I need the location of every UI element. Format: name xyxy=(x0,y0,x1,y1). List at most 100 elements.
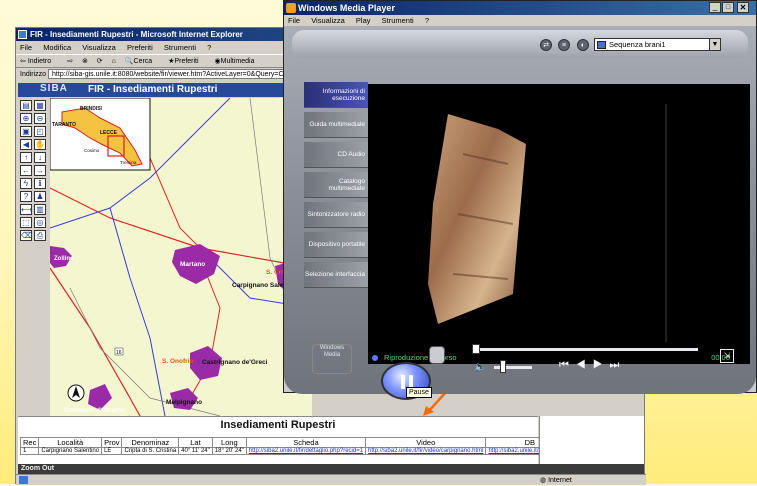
back-button[interactable]: ⇦ Indietro xyxy=(20,58,58,65)
video-frame xyxy=(428,104,667,342)
nav-cd-audio[interactable]: CD Audio xyxy=(304,142,368,168)
select-shape-icon[interactable]: ◎ xyxy=(34,217,46,228)
col-prov: Prov xyxy=(101,437,123,448)
ie-menu-visualizza[interactable]: Visualizza xyxy=(82,43,116,52)
stop-icon[interactable]: ⊗ xyxy=(82,58,88,65)
clear-selection-icon[interactable]: ⌫ xyxy=(20,230,32,241)
minimize-button[interactable]: _ xyxy=(709,2,721,13)
compact-mode-icon[interactable]: ⇲ xyxy=(720,349,734,363)
col-scheda: Scheda xyxy=(245,437,367,448)
wmp-menu-help[interactable]: ? xyxy=(425,16,429,25)
ie-menu-preferiti[interactable]: Preferiti xyxy=(127,43,153,52)
previous-icon[interactable]: ⏮ xyxy=(559,359,576,371)
ie-menu-file[interactable]: File xyxy=(20,43,32,52)
logo-text: Windows Media xyxy=(319,345,345,358)
cell-video: http://siba2.unile.it/fir/video/carpigna… xyxy=(365,447,487,455)
search-label: Cerca xyxy=(133,58,153,65)
shuffle-icon[interactable]: ⇄ xyxy=(540,39,552,51)
ie-title: FIR - Insediamenti Rupestri - Microsoft … xyxy=(30,30,243,39)
wmp-skin: ⇄ ≡ ◐ Sequenza brani1 ▼ Informazioni di … xyxy=(284,26,756,400)
pan-north-icon[interactable]: ↑ xyxy=(20,152,32,163)
maximize-button[interactable]: □ xyxy=(722,2,734,13)
playlist-dropdown[interactable]: Sequenza brani1 ▼ xyxy=(594,38,721,51)
print-icon[interactable]: ⎙ xyxy=(34,230,46,241)
label-melpignano: Melpignano xyxy=(166,399,202,406)
wmp-menubar: File Visualizza Play Strumenti ? xyxy=(284,15,756,26)
volume-thumb[interactable] xyxy=(500,360,506,373)
measure-icon[interactable]: ⟷ xyxy=(20,204,32,215)
equalizer-icon[interactable]: ≡ xyxy=(558,39,570,51)
nav-skin-chooser-label: Selezione interfaccia xyxy=(305,271,365,278)
zoom-status: Zoom Out xyxy=(21,465,55,472)
nav-media-library[interactable]: Catalogo multimediale xyxy=(304,172,368,198)
search-button[interactable]: 🔍Cerca xyxy=(125,58,159,65)
nav-skin-chooser[interactable]: Selezione interfaccia xyxy=(304,262,368,288)
mute-icon[interactable]: 🔈 xyxy=(474,362,486,373)
forward-icon[interactable]: ▶ xyxy=(593,359,610,371)
ie-menu-modifica[interactable]: Modifica xyxy=(43,43,71,52)
scheda-link[interactable]: http://siba2.unile.it/fir/dettaglio.php?… xyxy=(249,448,363,454)
video-display[interactable] xyxy=(368,84,750,352)
ie-app-icon xyxy=(18,30,27,39)
wmp-menu-visualizza[interactable]: Visualizza xyxy=(311,16,345,25)
map-view[interactable]: 16 Zollino Martano S. Cristina Carpignan… xyxy=(50,98,312,416)
select-rect-icon[interactable]: ⬚ xyxy=(20,217,32,228)
close-button[interactable]: ✕ xyxy=(737,2,749,13)
visualization-icon[interactable]: ◐ xyxy=(577,39,589,51)
map-status-bar: Zoom Out xyxy=(18,464,644,474)
ie-menu-help[interactable]: ? xyxy=(207,43,211,52)
multimedia-button[interactable]: ◉Multimedia xyxy=(215,58,262,65)
home-icon[interactable]: ⌂ xyxy=(112,58,116,65)
nav-radio-tuner[interactable]: Sintonizzatore radio xyxy=(304,202,368,228)
favorites-button[interactable]: ★Preferiti xyxy=(168,58,205,65)
pan-east-icon[interactable]: → xyxy=(34,165,46,176)
next-icon[interactable]: ⏭ xyxy=(610,359,627,371)
status-dot-icon xyxy=(372,355,378,361)
map-canvas[interactable]: 16 Zollino Martano S. Cristina Carpignan… xyxy=(50,98,312,416)
results-side-panel xyxy=(539,416,644,464)
query-icon[interactable]: ? xyxy=(20,191,32,202)
pan-south-icon[interactable]: ↓ xyxy=(34,152,46,163)
road-marker-label: 16 xyxy=(116,350,122,356)
windows-media-logo: Windows Media xyxy=(312,344,352,374)
back-extent-icon[interactable]: ◀ xyxy=(20,139,32,150)
label-zollino: Zollino xyxy=(54,256,74,262)
find-icon[interactable]: ♟ xyxy=(34,191,46,202)
ie-menu-strumenti[interactable]: Strumenti xyxy=(164,43,196,52)
pan-icon[interactable]: ✋ xyxy=(34,139,46,150)
chevron-down-icon[interactable]: ▼ xyxy=(709,39,720,50)
wmp-menu-play[interactable]: Play xyxy=(356,16,371,25)
seek-bar[interactable] xyxy=(474,348,698,351)
wmp-menu-file[interactable]: File xyxy=(288,16,300,25)
toggle-layers-icon[interactable]: ▤ xyxy=(20,100,32,111)
rewind-icon[interactable]: ◀ xyxy=(576,359,593,371)
video-link[interactable]: http://siba2.unile.it/fir/video/carpigna… xyxy=(368,448,483,454)
pan-west-icon[interactable]: ← xyxy=(20,165,32,176)
col-rec: Rec xyxy=(19,437,40,448)
map-toolbar: ▤ ▦ ⊕ ⊖ ▣ ◰ ◀ ✋ ↑ ↓ ← → ϟ ℹ ? ♟ ⟷ ▥ ⬚ ◎ … xyxy=(18,98,50,398)
nav-portable-device[interactable]: Dispositivo portatile xyxy=(304,232,368,258)
wmp-menu-strumenti[interactable]: Strumenti xyxy=(382,16,414,25)
seek-thumb[interactable] xyxy=(472,344,480,354)
nav-media-guide[interactable]: Guida multimediale xyxy=(304,112,368,138)
nav-now-playing[interactable]: Informazioni di esecuzione xyxy=(304,82,368,108)
identify-icon[interactable]: ℹ xyxy=(34,178,46,189)
overview-label-cosimo: Cosimo xyxy=(84,148,100,153)
units-icon[interactable]: ▥ xyxy=(34,204,46,215)
back-label: Indietro xyxy=(27,58,52,65)
legend-icon[interactable]: ▦ xyxy=(34,100,46,111)
siba-logo: SIBA xyxy=(40,83,68,94)
stop-button[interactable] xyxy=(429,346,445,364)
nav-cd-audio-label: CD Audio xyxy=(337,151,365,158)
active-extent-icon[interactable]: ◰ xyxy=(34,126,46,137)
overview-label-brindisi: BRINDISI xyxy=(80,106,103,112)
zoom-out-icon[interactable]: ⊖ xyxy=(34,113,46,124)
playlist-icon xyxy=(597,41,606,49)
road-blue xyxy=(109,207,166,416)
hyperlink-icon[interactable]: ϟ xyxy=(20,178,32,189)
full-extent-icon[interactable]: ▣ xyxy=(20,126,32,137)
forward-icon[interactable]: ⇨ xyxy=(67,58,73,65)
cell-lat: 40° 11' 24" xyxy=(178,447,213,455)
refresh-icon[interactable]: ⟳ xyxy=(97,58,103,65)
zoom-in-icon[interactable]: ⊕ xyxy=(20,113,32,124)
